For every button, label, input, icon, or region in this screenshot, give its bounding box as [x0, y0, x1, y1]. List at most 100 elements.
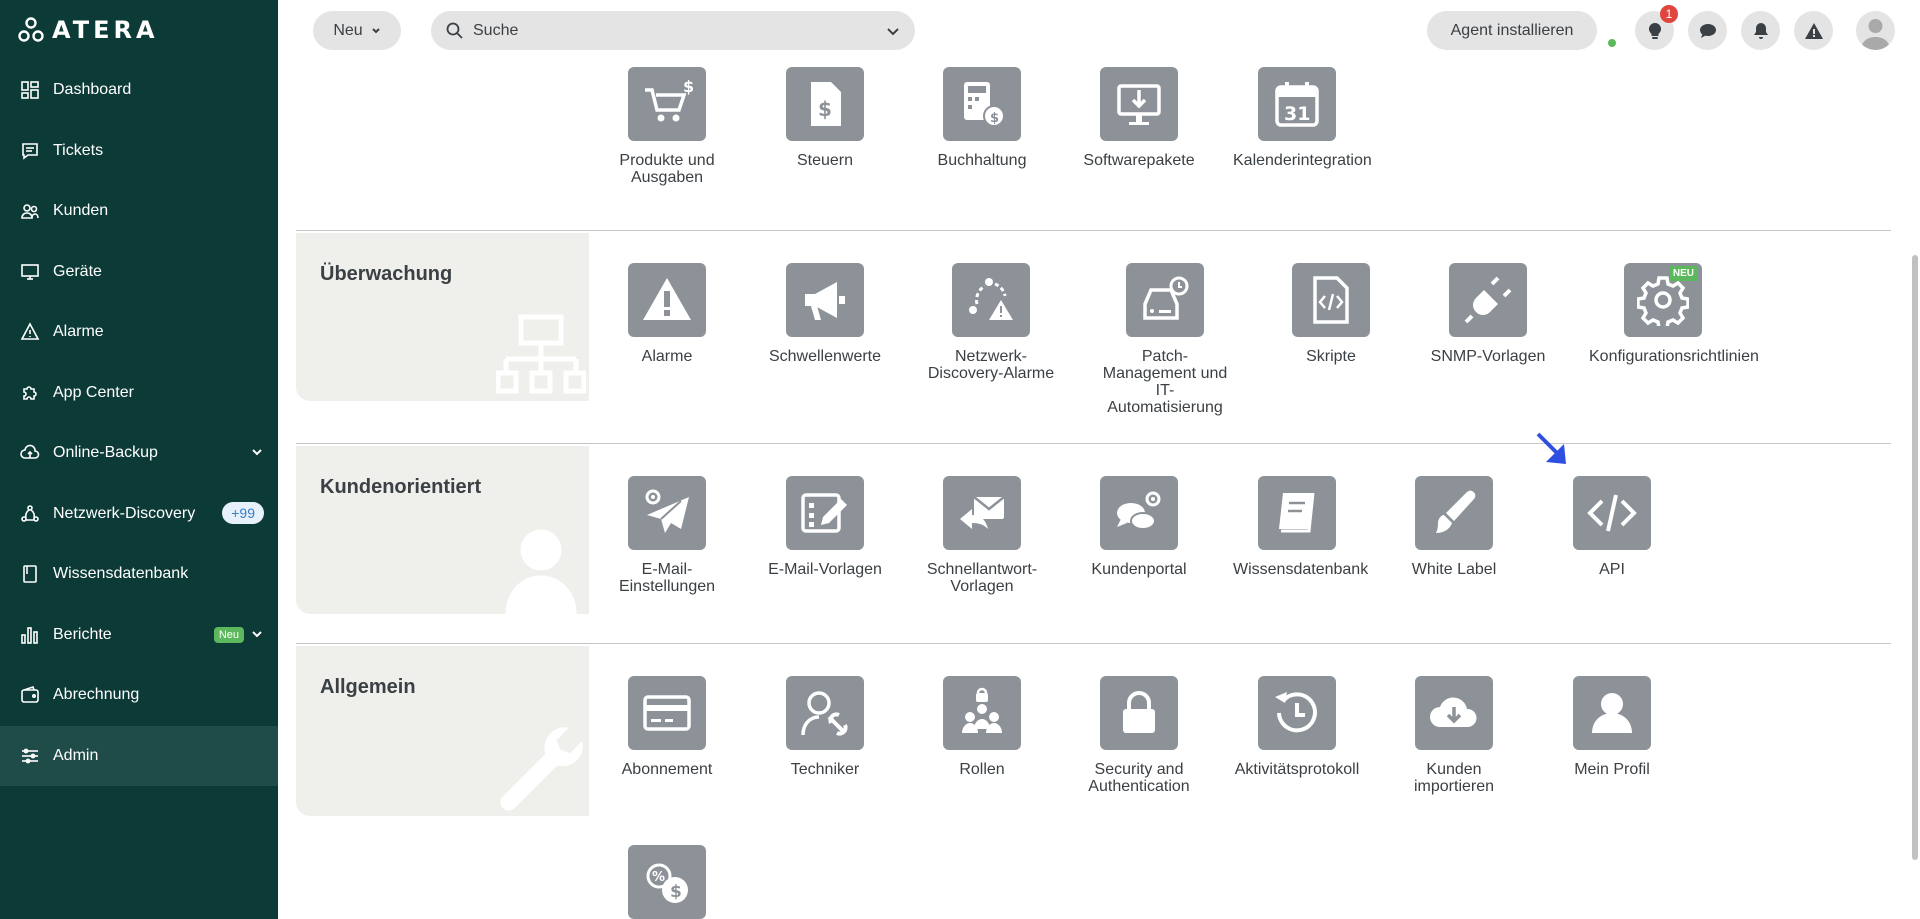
roles-icon: [943, 676, 1021, 750]
tile-network-discovery-alerts[interactable]: Netzwerk-Discovery-Alarme: [921, 263, 1061, 382]
lock-icon: [1100, 676, 1178, 750]
sidebar-item-label: App Center: [53, 383, 134, 401]
tile-label: API: [1599, 561, 1625, 578]
credit-card-icon: [628, 676, 706, 750]
tile-scripts[interactable]: Skripte: [1261, 263, 1401, 365]
tile-label: Abonnement: [621, 761, 713, 778]
search-icon: [446, 22, 463, 39]
chat-button[interactable]: [1688, 11, 1727, 50]
chevron-down-icon: [371, 27, 380, 33]
new-button-label: Neu: [333, 21, 363, 39]
lightbulb-button[interactable]: 1: [1635, 5, 1678, 50]
tile-customer-portal[interactable]: Kundenportal: [1069, 476, 1209, 578]
tile-label: Buchhaltung: [937, 152, 1027, 169]
tile-patch-management[interactable]: Patch-Management und IT-Automatisierung: [1095, 263, 1235, 416]
sidebar-item-billing[interactable]: Abrechnung: [0, 665, 278, 726]
chart-icon: [20, 625, 40, 645]
new-button[interactable]: Neu: [313, 11, 401, 50]
chat-gear-icon: [1100, 476, 1178, 550]
sidebar-item-reports[interactable]: Berichte Neu: [0, 605, 278, 666]
devices-icon: [20, 262, 40, 282]
tile-label: Konfigurationsrichtlinien: [1589, 348, 1759, 365]
tile-quick-reply-templates[interactable]: Schnellantwort-Vorlagen: [912, 476, 1052, 595]
tile-api[interactable]: API: [1542, 476, 1682, 578]
search-input[interactable]: [473, 21, 853, 40]
alert-icon: [20, 322, 40, 342]
tile-accounting[interactable]: $ Buchhaltung: [912, 67, 1052, 169]
sidebar-item-network-discovery[interactable]: Netzwerk-Discovery +99: [0, 484, 278, 545]
tile-thresholds[interactable]: Schwellenwerte: [755, 263, 895, 365]
tile-discounts[interactable]: % $: [597, 845, 737, 919]
tile-label: Schwellenwerte: [768, 348, 882, 365]
warning-icon: [1804, 22, 1823, 39]
tile-calendar-integration[interactable]: 31 Kalenderintegration: [1227, 67, 1372, 169]
atera-logo[interactable]: ATERA: [18, 16, 159, 44]
sidebar-item-label: Admin: [53, 746, 99, 764]
vertical-scrollbar[interactable]: [1912, 255, 1918, 860]
tile-configuration-policies[interactable]: NEU Konfigurationsrichtlinien: [1583, 263, 1759, 365]
install-agent-button[interactable]: Agent installieren: [1427, 11, 1597, 50]
alerts-button[interactable]: [1794, 11, 1833, 50]
avatar[interactable]: [1856, 11, 1895, 50]
sidebar-item-customers[interactable]: Kunden: [0, 181, 278, 242]
tile-security-authentication[interactable]: Security and Authentication: [1069, 676, 1209, 795]
book-icon: [20, 564, 40, 584]
tile-email-settings[interactable]: E-Mail-Einstellungen: [597, 476, 737, 595]
tile-software-packages[interactable]: Softwarepakete: [1069, 67, 1209, 169]
sidebar-item-tickets[interactable]: Tickets: [0, 121, 278, 182]
tile-label: Techniker: [790, 761, 860, 778]
sidebar-item-label: Alarme: [53, 323, 104, 341]
svg-text:%: %: [652, 870, 665, 885]
tile-label: Mein Profil: [1574, 761, 1650, 778]
svg-text:31: 31: [1284, 103, 1310, 125]
tile-my-profile[interactable]: Mein Profil: [1542, 676, 1682, 778]
tile-label: Alarme: [641, 348, 693, 365]
tile-snmp-templates[interactable]: SNMP-Vorlagen: [1418, 263, 1558, 365]
tile-white-label[interactable]: White Label: [1384, 476, 1524, 578]
percent-dollar-icon: % $: [628, 845, 706, 919]
tile-alerts[interactable]: Alarme: [597, 263, 737, 365]
tile-taxes[interactable]: $ Steuern: [755, 67, 895, 169]
tile-label: Steuern: [796, 152, 854, 169]
tile-label: Wissensdatenbank: [1233, 561, 1369, 578]
tile-label: Schnellantwort-Vorlagen: [926, 561, 1038, 595]
sidebar-item-devices[interactable]: Geräte: [0, 242, 278, 303]
tile-import-customers[interactable]: Kunden importieren: [1384, 676, 1524, 795]
chevron-down-icon[interactable]: [250, 627, 264, 641]
tile-label: Produkte und Ausgaben: [619, 152, 715, 186]
cart-dollar-icon: $: [628, 67, 706, 141]
tile-label: Aktivitätsprotokoll: [1234, 761, 1360, 778]
chevron-down-icon[interactable]: [885, 23, 901, 39]
download-monitor-icon: [1100, 67, 1178, 141]
paper-plane-gear-icon: [628, 476, 706, 550]
sidebar-item-alerts[interactable]: Alarme: [0, 302, 278, 363]
tile-label: Patch-Management und IT-Automatisierung: [1102, 348, 1228, 416]
svg-text:$: $: [818, 97, 832, 121]
tile-roles[interactable]: Rollen: [912, 676, 1052, 778]
tile-activity-log[interactable]: Aktivitätsprotokoll: [1227, 676, 1367, 778]
sidebar-nav: Dashboard Tickets Kunden Geräte Alarme A…: [0, 60, 278, 786]
section-general: Allgemein: [296, 646, 589, 816]
chevron-down-icon[interactable]: [250, 445, 264, 459]
sidebar-item-knowledge-base[interactable]: Wissensdatenbank: [0, 544, 278, 605]
drive-clock-icon: [1126, 263, 1204, 337]
section-monitoring: Überwachung: [296, 233, 589, 401]
sidebar-item-dashboard[interactable]: Dashboard: [0, 60, 278, 121]
tile-subscription[interactable]: Abonnement: [597, 676, 737, 778]
sidebar-item-admin[interactable]: Admin: [0, 725, 278, 786]
search-bar[interactable]: [431, 11, 915, 50]
sidebar-item-app-center[interactable]: App Center: [0, 363, 278, 424]
tile-products[interactable]: $ Produkte und Ausgaben: [597, 67, 737, 186]
sidebar: ATERA Dashboard Tickets Kunden Geräte Al…: [0, 0, 278, 919]
tile-email-templates[interactable]: E-Mail-Vorlagen: [755, 476, 895, 578]
tile-knowledge-base[interactable]: Wissensdatenbank: [1227, 476, 1369, 578]
section-customer-facing: Kundenorientiert: [296, 446, 589, 615]
notifications-button[interactable]: [1741, 11, 1780, 50]
cloud-download-icon: [1415, 676, 1493, 750]
tile-label: Kunden importieren: [1413, 761, 1495, 795]
logo-text: ATERA: [52, 16, 159, 44]
new-tag: Neu: [213, 626, 244, 643]
network-alert-icon: [952, 263, 1030, 337]
sidebar-item-online-backup[interactable]: Online-Backup: [0, 423, 278, 484]
tile-technicians[interactable]: Techniker: [755, 676, 895, 778]
